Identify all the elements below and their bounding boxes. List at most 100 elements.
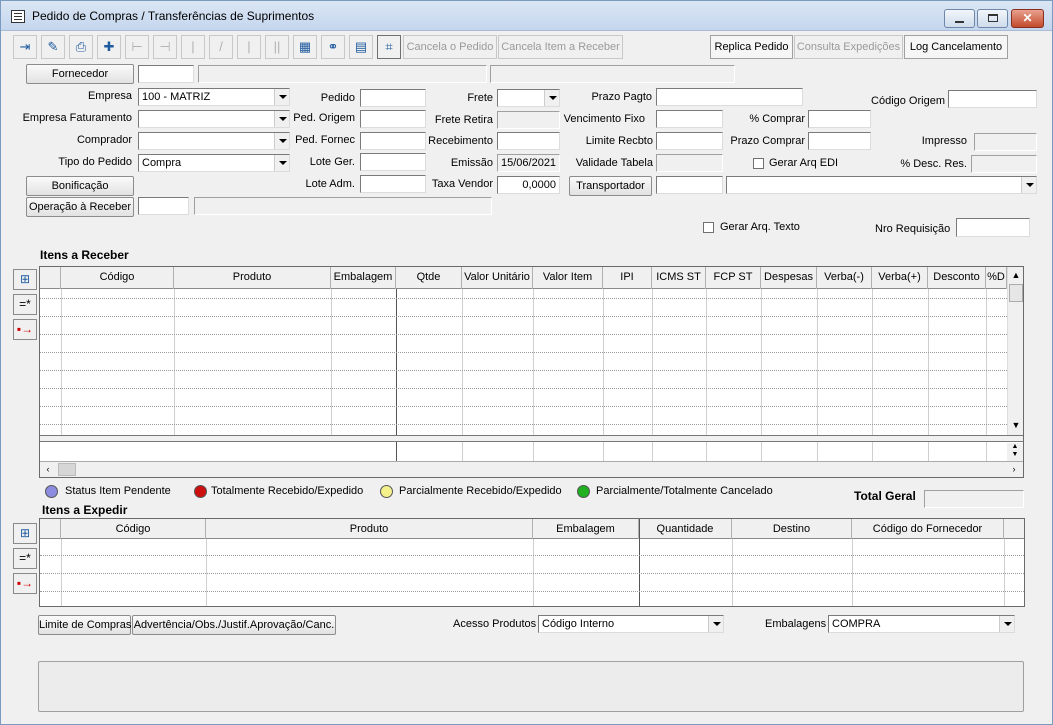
col-verba-mais[interactable]: Verba(+) (872, 267, 928, 289)
scroll-thumb[interactable] (1009, 284, 1023, 302)
edit-row-icon[interactable]: =* (13, 548, 37, 569)
add-row-icon[interactable]: ⊞ (13, 523, 37, 544)
first-icon[interactable]: | (181, 35, 205, 59)
pedido-field[interactable] (360, 89, 426, 107)
maximize-button[interactable] (977, 9, 1008, 28)
col-produto[interactable]: Produto (206, 519, 533, 539)
close-button[interactable]: ✕ (1011, 9, 1044, 28)
vertical-scrollbar[interactable]: ▲ ▼ (1007, 267, 1023, 435)
cancela-pedido-button[interactable]: Cancela o Pedido (403, 35, 497, 59)
exit-icon[interactable]: ⇥ (13, 35, 37, 59)
codigo-origem-field[interactable] (948, 90, 1037, 108)
empresa-select[interactable]: 100 - MATRIZ (138, 88, 290, 106)
tipo-pedido-select[interactable]: Compra (138, 154, 290, 172)
next-icon[interactable]: | (237, 35, 261, 59)
acesso-produtos-select[interactable]: Código Interno (538, 615, 724, 633)
col-valor-unitario[interactable]: Valor Unitário (462, 267, 533, 289)
scroll-right-icon[interactable]: › (1006, 464, 1022, 474)
col-ipi[interactable]: IPI (603, 267, 652, 289)
print-icon[interactable]: ⎙ (69, 35, 93, 59)
limite-compras-button[interactable]: Limite de Compras (38, 615, 131, 635)
advertencia-button[interactable]: Advertência/Obs./Justif.Aprovação/Canc. (132, 615, 336, 635)
lote-ger-field[interactable] (360, 153, 426, 171)
table-row[interactable] (40, 388, 1007, 389)
recebimento-field[interactable] (497, 132, 560, 150)
table-row[interactable] (40, 591, 1024, 592)
table-row[interactable] (40, 573, 1024, 574)
gerar-texto-checkbox[interactable] (703, 222, 714, 233)
totals-spinner[interactable]: ▲ ▼ (1007, 443, 1023, 461)
ped-fornec-field[interactable] (360, 132, 426, 150)
consulta-expedicoes-button[interactable]: Consulta Expedições (794, 35, 903, 59)
itens-receber-grid[interactable]: Código Produto Embalagem Qtde Valor Unit… (39, 266, 1024, 478)
operacao-receber-button[interactable]: Operação à Receber (26, 197, 134, 217)
fornecedor-button[interactable]: Fornecedor (26, 64, 134, 84)
col-codigo[interactable]: Código (61, 519, 206, 539)
col-icms-st[interactable]: ICMS ST (652, 267, 706, 289)
col-fcp-st[interactable]: FCP ST (706, 267, 761, 289)
frete-select[interactable] (497, 89, 560, 107)
col-codigo-fornecedor[interactable]: Código do Fornecedor (852, 519, 1004, 539)
table-row[interactable] (40, 298, 1007, 299)
embalagens-select[interactable]: COMPRA (828, 615, 1015, 633)
delete-row-icon[interactable]: ▪→ (13, 573, 37, 594)
vencimento-fixo-field[interactable] (656, 110, 723, 128)
outdent-icon[interactable]: ⊣ (153, 35, 177, 59)
lote-adm-field[interactable] (360, 175, 426, 193)
transportador-code-field[interactable] (656, 176, 723, 194)
col-produto[interactable]: Produto (174, 267, 331, 289)
add-icon[interactable]: ✚ (97, 35, 121, 59)
col-embalagem[interactable]: Embalagem (533, 519, 639, 539)
operacao-code-field[interactable] (138, 197, 189, 215)
scroll-left-icon[interactable]: ‹ (40, 464, 56, 474)
prev-icon[interactable]: / (209, 35, 233, 59)
scroll-up-icon[interactable]: ▲ (1008, 270, 1024, 280)
gerar-edi-checkbox[interactable] (753, 158, 764, 169)
scroll-thumb[interactable] (58, 463, 76, 476)
table-row[interactable] (40, 334, 1007, 335)
comprar-pct-field[interactable] (808, 110, 871, 128)
prazo-pagto-field[interactable] (656, 88, 803, 106)
col-pct-d[interactable]: %D (986, 267, 1007, 289)
edit-icon[interactable]: ✎ (41, 35, 65, 59)
fornecedor-code-field[interactable] (138, 65, 194, 83)
edit-row-icon[interactable]: =* (13, 294, 37, 315)
col-verba-menos[interactable]: Verba(-) (817, 267, 872, 289)
last-icon[interactable]: || (265, 35, 289, 59)
table-row[interactable] (40, 370, 1007, 371)
col-embalagem[interactable]: Embalagem (331, 267, 396, 289)
col-quantidade[interactable]: Quantidade (639, 519, 732, 539)
prazo-comprar-field[interactable] (808, 132, 871, 150)
col-qtde[interactable]: Qtde (396, 267, 462, 289)
replica-pedido-button[interactable]: Replica Pedido (710, 35, 793, 59)
transportador-select[interactable] (726, 176, 1037, 194)
table-row[interactable] (40, 352, 1007, 353)
cancela-item-button[interactable]: Cancela Item a Receber (498, 35, 623, 59)
col-despesas[interactable]: Despesas (761, 267, 817, 289)
indent-icon[interactable]: ⊢ (125, 35, 149, 59)
table-row[interactable] (40, 406, 1007, 407)
col-codigo[interactable]: Código (61, 267, 174, 289)
delete-row-icon[interactable]: ▪→ (13, 319, 37, 340)
comprador-select[interactable] (138, 132, 290, 150)
calendar-grid-icon[interactable]: ▦ (293, 35, 317, 59)
col-desconto[interactable]: Desconto (928, 267, 986, 289)
transportador-button[interactable]: Transportador (569, 176, 652, 196)
binoculars-icon[interactable]: ⚭ (321, 35, 345, 59)
taxa-vendor-field[interactable]: 0,0000 (497, 176, 560, 194)
itens-expedir-grid[interactable]: Código Produto Embalagem Quantidade Dest… (39, 518, 1025, 607)
document-icon[interactable]: ▤ (349, 35, 373, 59)
horizontal-scrollbar[interactable]: ‹ › (40, 461, 1023, 477)
scroll-down-icon[interactable]: ▼ (1008, 420, 1024, 430)
table-row[interactable] (40, 424, 1007, 425)
col-destino[interactable]: Destino (732, 519, 852, 539)
add-row-icon[interactable]: ⊞ (13, 269, 37, 290)
bonificacao-button[interactable]: Bonificação (26, 176, 134, 196)
table-row[interactable] (40, 316, 1007, 317)
minimize-button[interactable] (944, 9, 975, 28)
log-cancelamento-button[interactable]: Log Cancelamento (904, 35, 1008, 59)
col-valor-item[interactable]: Valor Item (533, 267, 603, 289)
empresa-faturamento-select[interactable] (138, 110, 290, 128)
grid-edit-icon[interactable]: ⌗ (377, 35, 401, 59)
table-row[interactable] (40, 555, 1024, 556)
